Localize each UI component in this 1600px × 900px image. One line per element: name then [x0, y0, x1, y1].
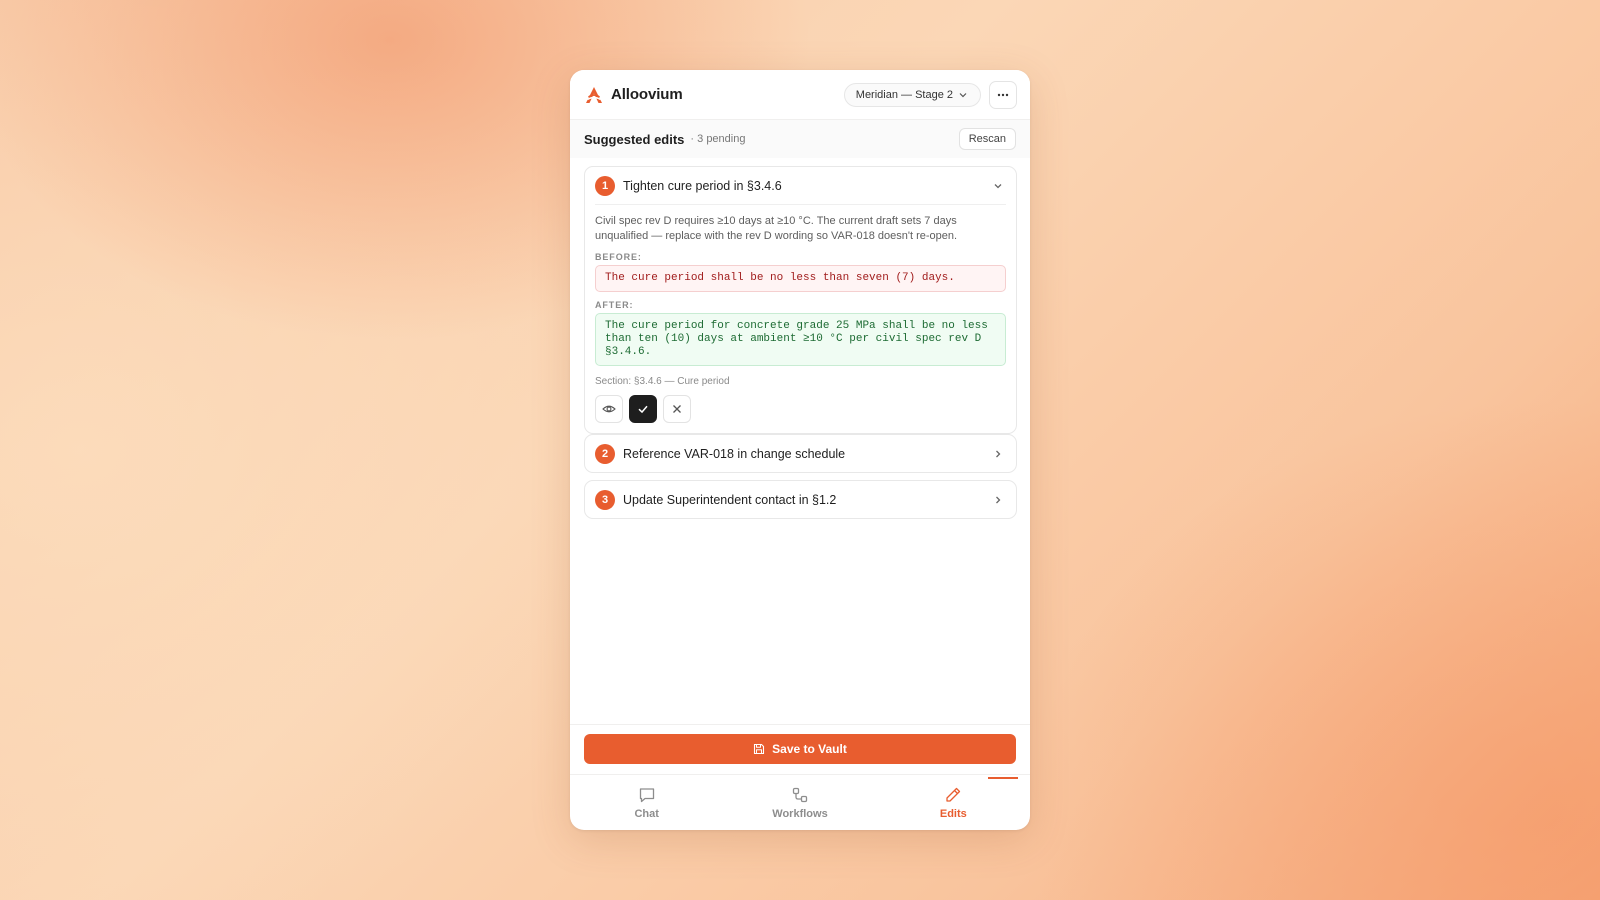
after-label: AFTER: [595, 300, 634, 310]
ellipsis-icon [997, 93, 1009, 96]
panel-header: Alloovium Meridian — Stage 2 [570, 70, 1030, 120]
chevron-down-icon[interactable] [992, 180, 1004, 192]
brand-name: Alloovium [611, 86, 683, 103]
chevron-right-icon[interactable] [992, 494, 1004, 506]
accept-button[interactable] [629, 395, 657, 423]
bottom-tab-bar: Chat Workflows Edits [570, 774, 1030, 830]
edit-title: Reference VAR-018 in change schedule [623, 446, 846, 461]
pending-count: · 3 pending [690, 133, 746, 145]
edit-actions [595, 395, 1006, 433]
preview-button[interactable] [595, 395, 623, 423]
edit-number-badge: 1 [595, 175, 615, 196]
edit-title: Tighten cure period in §3.4.6 [623, 178, 782, 193]
section-reference: Section: §3.4.6 — Cure period [595, 376, 730, 387]
active-tab-indicator [987, 777, 1018, 779]
rescan-button[interactable]: Rescan [958, 128, 1016, 150]
edit-card-3[interactable]: 3 Update Superintendent contact in §1.2 [584, 480, 1017, 519]
section-title: Suggested edits [584, 131, 685, 147]
project-selector-label: Meridian — Stage 2 [855, 88, 953, 101]
workflow-icon [792, 787, 808, 802]
close-icon [673, 405, 681, 413]
chat-bubble-icon [639, 787, 654, 802]
assistant-panel: Alloovium Meridian — Stage 2 Suggested e… [570, 70, 1030, 830]
save-to-vault-button[interactable]: Save to Vault [584, 734, 1016, 764]
save-icon [754, 743, 765, 755]
edit-number-badge: 3 [595, 489, 615, 510]
chevron-right-icon[interactable] [992, 448, 1004, 460]
tab-chat[interactable]: Chat [570, 775, 723, 830]
edit-card-header[interactable]: 1 Tighten cure period in §3.4.6 [585, 167, 1016, 204]
edit-card-header[interactable]: 2 Reference VAR-018 in change schedule [585, 435, 1016, 472]
before-text: The cure period shall be no less than se… [595, 265, 1006, 292]
edit-description: Civil spec rev D requires ≥10 days at ≥1… [595, 215, 958, 242]
alloovium-logo-icon [586, 86, 602, 103]
save-footer: Save to Vault [570, 724, 1030, 774]
edits-subheader: Suggested edits · 3 pending Rescan [570, 120, 1030, 158]
edit-number-badge: 2 [595, 443, 615, 464]
tab-workflows[interactable]: Workflows [723, 775, 876, 830]
project-selector[interactable]: Meridian — Stage 2 [843, 82, 981, 107]
tab-label: Edits [939, 807, 967, 820]
edit-title: Update Superintendent contact in §1.2 [623, 492, 837, 507]
check-icon [638, 405, 648, 414]
edit-card-2[interactable]: 2 Reference VAR-018 in change schedule [584, 434, 1017, 473]
chevron-down-icon [959, 92, 967, 97]
edit-card-body: Civil spec rev D requires ≥10 days at ≥1… [595, 204, 1006, 433]
eye-icon [602, 405, 616, 413]
after-text: The cure period for concrete grade 25 MP… [595, 313, 1006, 366]
before-label: BEFORE: [595, 252, 642, 262]
tab-edits[interactable]: Edits [877, 775, 1030, 830]
tab-label: Workflows [772, 807, 828, 820]
pencil-icon [946, 787, 961, 802]
edit-card-1: 1 Tighten cure period in §3.4.6 Civil sp… [584, 166, 1017, 434]
more-options-button[interactable] [989, 80, 1017, 109]
reject-button[interactable] [663, 395, 691, 423]
tab-label: Chat [634, 807, 659, 820]
edit-card-header[interactable]: 3 Update Superintendent contact in §1.2 [585, 481, 1016, 518]
save-button-label: Save to Vault [772, 742, 847, 756]
